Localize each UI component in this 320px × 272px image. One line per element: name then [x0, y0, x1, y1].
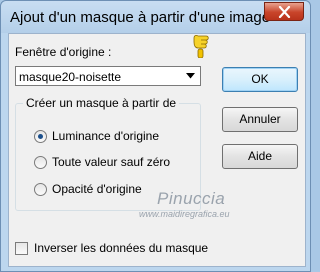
dropdown-arrow-icon	[186, 73, 195, 79]
radio-button[interactable]	[34, 130, 47, 143]
watermark-name: Pinuccia	[157, 189, 226, 208]
group-title: Créer un masque à partir de	[23, 96, 180, 110]
source-window-dropdown[interactable]: masque20-noisette	[15, 66, 201, 86]
radio-label: Luminance d'origine	[52, 129, 160, 143]
radio-label: Toute valeur sauf zéro	[52, 155, 171, 169]
source-window-label: Fenêtre d'origine :	[15, 45, 112, 59]
watermark-url: www.maidiregrafica.eu	[139, 209, 230, 219]
dialog-content: Fenêtre d'origine : masque20-noisette OK…	[8, 33, 306, 267]
close-icon	[278, 6, 291, 18]
cancel-button[interactable]: Annuler	[222, 107, 298, 132]
radio-selected-dot	[38, 134, 43, 139]
radio-button[interactable]	[34, 183, 47, 196]
pointing-hand-icon	[193, 35, 209, 58]
checkbox-box[interactable]	[15, 242, 28, 255]
title-bar[interactable]: Ajout d'un masque à partir d'une image	[1, 1, 310, 33]
dialog-window: Ajout d'un masque à partir d'une image F…	[0, 0, 311, 272]
checkbox-label: Inverser les données du masque	[34, 241, 209, 255]
radio-button[interactable]	[34, 156, 47, 169]
radio-label: Opacité d'origine	[52, 182, 142, 196]
window-title: Ajout d'un masque à partir d'une image	[10, 9, 271, 26]
ok-button[interactable]: OK	[222, 67, 298, 92]
close-button[interactable]	[264, 2, 304, 21]
help-button[interactable]: Aide	[222, 144, 298, 169]
source-window-value: masque20-noisette	[19, 70, 122, 84]
